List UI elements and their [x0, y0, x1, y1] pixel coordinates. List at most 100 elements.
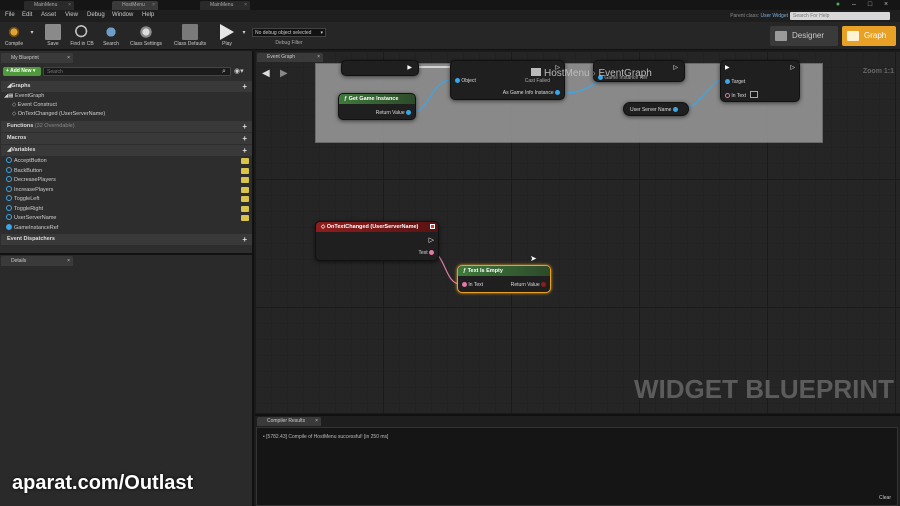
- eye-icon[interactable]: ◉▾: [234, 67, 244, 76]
- macros-section-header[interactable]: Macros +: [1, 133, 252, 144]
- tab-mainmenu-2[interactable]: MainMenu ×: [200, 1, 250, 10]
- menu-window[interactable]: Window: [112, 12, 133, 18]
- on-text-changed-event-node[interactable]: ◇ OnTextChanged (UserServerName) ▷ Text: [315, 221, 439, 261]
- variable-item[interactable]: BackButton: [6, 166, 42, 176]
- designer-button[interactable]: Designer ›: [770, 26, 845, 46]
- event-dispatchers-section-header[interactable]: Event Dispatchers +: [1, 234, 252, 245]
- exec-pin-icon[interactable]: ▷: [429, 236, 434, 244]
- tree-item-event-construct[interactable]: ◇ Event Construct: [12, 101, 57, 110]
- blueprint-search-input[interactable]: Search: [43, 67, 231, 76]
- bool-pin-icon: [541, 282, 546, 287]
- close-icon[interactable]: ×: [152, 1, 155, 10]
- clear-button[interactable]: Clear: [879, 495, 891, 501]
- in-text-pin[interactable]: In Text: [725, 91, 759, 99]
- eye-icon[interactable]: [241, 158, 249, 164]
- variable-item[interactable]: DecreasePlayers: [6, 176, 56, 185]
- return-value-pin[interactable]: Return Value: [511, 282, 546, 288]
- close-icon[interactable]: ×: [315, 417, 318, 426]
- target-pin[interactable]: Target: [725, 79, 745, 85]
- save-button[interactable]: Save: [42, 23, 64, 49]
- debug-object-select[interactable]: No debug object selected ▾: [252, 28, 326, 37]
- variable-item[interactable]: UserServerName: [6, 214, 56, 223]
- tree-item-eventgraph[interactable]: ◢▦ EventGraph: [4, 92, 44, 101]
- variable-item[interactable]: ToggleRight: [6, 204, 43, 214]
- tree-item-on-text-changed[interactable]: ◇ OnTextChanged (UserServerName): [12, 110, 105, 119]
- user-server-name-node[interactable]: User Server Name: [623, 102, 689, 116]
- compile-options-icon[interactable]: ▾: [28, 23, 36, 49]
- eye-icon[interactable]: [241, 205, 249, 212]
- close-icon[interactable]: ×: [67, 53, 70, 63]
- cast-node[interactable]: ▷ Object Cast Failed As Game Info Instan…: [450, 60, 565, 100]
- text-input-box[interactable]: [750, 91, 759, 98]
- close-icon[interactable]: ×: [68, 1, 71, 10]
- variable-item[interactable]: IncreasePlayers: [6, 185, 53, 195]
- return-value-pin[interactable]: Return Value: [376, 110, 411, 116]
- exec-pin-icon[interactable]: ▷: [673, 64, 678, 71]
- play-options-icon[interactable]: ▾: [240, 23, 248, 49]
- variable-item[interactable]: GameInstanceRef: [6, 223, 58, 233]
- partial-node[interactable]: ▶: [341, 60, 419, 76]
- exec-pin-icon[interactable]: ▷: [790, 64, 795, 71]
- tab-label: MainMenu: [34, 2, 58, 8]
- play-button[interactable]: Play: [215, 23, 239, 49]
- variable-item[interactable]: AcceptButton: [6, 157, 47, 166]
- class-settings-button[interactable]: Class Settings: [126, 23, 166, 49]
- notification-icon[interactable]: ●: [832, 1, 844, 9]
- target-node[interactable]: ▶ ▷ Target In Text: [720, 60, 800, 102]
- functions-section-header[interactable]: Functions (32 Overridable) +: [1, 121, 252, 132]
- exec-pin-icon[interactable]: ▶: [725, 64, 730, 71]
- add-function-icon[interactable]: +: [242, 121, 247, 132]
- tab-mainmenu-1[interactable]: MainMenu ×: [24, 1, 74, 10]
- eye-icon[interactable]: [241, 186, 249, 193]
- search-button[interactable]: Search: [100, 23, 122, 49]
- menu-edit[interactable]: Edit: [22, 12, 32, 18]
- add-graph-icon[interactable]: +: [242, 81, 247, 92]
- minimize-icon[interactable]: –: [848, 1, 860, 9]
- parent-class-link[interactable]: User Widget: [760, 13, 788, 19]
- delegate-pin-icon[interactable]: [430, 224, 435, 229]
- event-graph-canvas[interactable]: Event Graph × ◀ ▶ ▶ ▷ Object Cast Failed …: [255, 51, 900, 413]
- menu-view[interactable]: View: [65, 12, 78, 18]
- text-pin[interactable]: Text: [418, 250, 434, 256]
- get-game-instance-node[interactable]: ƒ Get Game Instance Return Value: [338, 93, 416, 120]
- tab-details[interactable]: Details ×: [1, 256, 73, 266]
- in-text-pin[interactable]: In Text: [462, 282, 483, 288]
- eye-icon[interactable]: [241, 167, 249, 174]
- functions-note: (32 Overridable): [34, 123, 75, 129]
- as-game-info-pin[interactable]: As Game Info Instance: [503, 90, 560, 96]
- add-new-label: Add New: [10, 68, 32, 74]
- object-pin[interactable]: Object: [455, 78, 476, 84]
- breadcrumb-hostmenu[interactable]: HostMenu: [544, 68, 590, 79]
- close-icon[interactable]: ×: [67, 256, 70, 266]
- maximize-icon[interactable]: □: [864, 1, 876, 9]
- tab-my-blueprint[interactable]: My Blueprint ×: [1, 53, 73, 63]
- tab-hostmenu[interactable]: HostMenu ×: [112, 1, 158, 10]
- menu-debug[interactable]: Debug: [87, 12, 105, 18]
- graphs-section-header[interactable]: ◢Graphs +: [1, 81, 252, 92]
- help-search-input[interactable]: Search For Help: [790, 12, 890, 20]
- menu-file[interactable]: File: [5, 12, 15, 18]
- compile-button[interactable]: Compile: [2, 23, 26, 49]
- add-macro-icon[interactable]: +: [242, 133, 247, 144]
- tab-compiler-results[interactable]: Compiler Results ×: [257, 417, 321, 426]
- debug-filter-label: Debug Filter: [275, 40, 303, 46]
- breadcrumb-eventgraph[interactable]: EventGraph: [598, 68, 651, 79]
- eye-icon[interactable]: [241, 215, 249, 221]
- add-variable-icon[interactable]: +: [242, 145, 247, 156]
- variable-get-pin[interactable]: User Server Name: [630, 107, 678, 113]
- add-new-button[interactable]: + Add New ▾: [3, 67, 41, 76]
- exec-pin-icon[interactable]: ▶: [407, 64, 412, 71]
- close-icon[interactable]: ×: [244, 1, 247, 10]
- variables-section-header[interactable]: ◢Variables +: [1, 145, 252, 156]
- close-window-icon[interactable]: ×: [880, 1, 892, 9]
- eye-icon[interactable]: [241, 177, 249, 183]
- menu-help[interactable]: Help: [142, 12, 154, 18]
- find-in-cb-button[interactable]: Find in CB: [67, 23, 97, 49]
- text-is-empty-node[interactable]: ƒ Text Is Empty In Text Return Value: [457, 265, 551, 293]
- add-dispatcher-icon[interactable]: +: [242, 234, 247, 245]
- menu-asset[interactable]: Asset: [41, 12, 56, 18]
- variable-item[interactable]: ToggleLeft: [6, 195, 39, 204]
- class-defaults-button[interactable]: Class Defaults: [170, 23, 210, 49]
- eye-icon[interactable]: [241, 196, 249, 202]
- graph-button[interactable]: Graph: [842, 26, 896, 46]
